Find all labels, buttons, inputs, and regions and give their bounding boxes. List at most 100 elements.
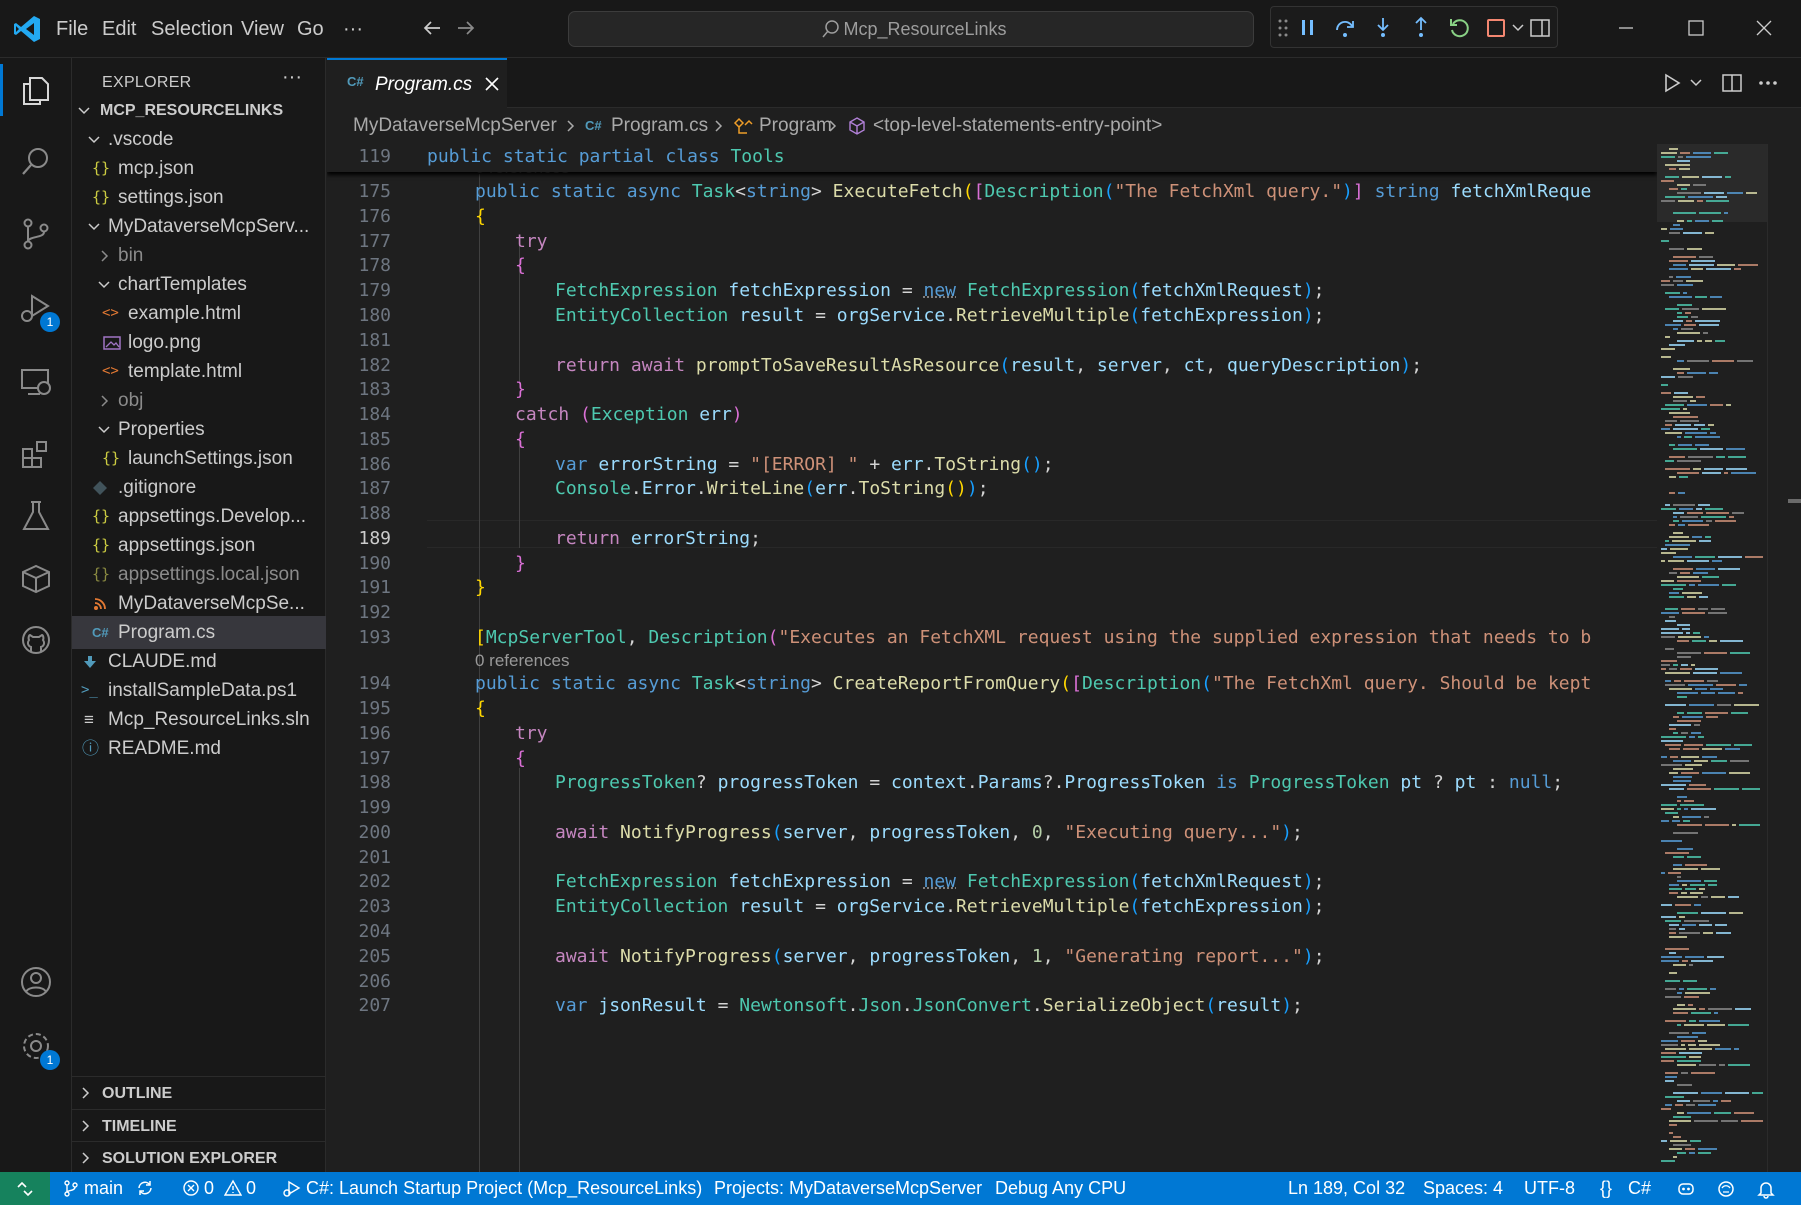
code-line: Console.Error.WriteLine(err.ToString()); <box>555 478 989 499</box>
minimap-line <box>1712 220 1723 222</box>
chevron-down-icon[interactable] <box>1689 76 1703 90</box>
chevron-down-icon[interactable] <box>1511 21 1525 35</box>
status-bar: main 0 0 C#: Launch Startup Project (Mcp… <box>0 1172 1801 1205</box>
sync-icon[interactable] <box>136 1179 154 1197</box>
extensions-icon[interactable] <box>10 428 62 480</box>
containers-icon[interactable] <box>10 552 62 604</box>
minimap-line <box>1706 268 1731 270</box>
breadcrumb-folder[interactable]: MyDataverseMcpServer <box>353 108 557 144</box>
cursor-position[interactable]: Ln 189, Col 32 <box>1288 1172 1405 1205</box>
projects-status[interactable]: Projects: MyDataverseMcpServer <box>714 1172 982 1205</box>
section-solution-explorer[interactable]: SOLUTION EXPLORER <box>72 1141 326 1174</box>
minimap-line <box>1691 732 1701 734</box>
minimap-line <box>1678 376 1693 378</box>
menu-more[interactable]: ··· <box>343 0 363 58</box>
explorer-icon[interactable] <box>10 64 62 116</box>
branch-label: main <box>84 1178 124 1198</box>
minimap-line <box>1696 396 1705 398</box>
breadcrumb-file[interactable]: Program.cs <box>611 108 708 144</box>
section-timeline[interactable]: TIMELINE <box>72 1109 326 1142</box>
step-over-icon[interactable] <box>1333 16 1357 40</box>
minimap-line <box>1669 928 1676 930</box>
code-line: FetchExpression fetchExpression = new Fe… <box>555 871 1325 892</box>
github-icon[interactable] <box>10 614 62 666</box>
minimap-line <box>1699 324 1719 326</box>
pause-icon[interactable] <box>1297 17 1319 39</box>
command-center-search[interactable]: Mcp_ResourceLinks <box>568 11 1254 47</box>
minimap-line <box>1682 612 1705 614</box>
step-into-icon[interactable] <box>1371 16 1395 40</box>
sticky-scroll[interactable]: 119 public static partial class Tools <box>327 144 1657 172</box>
back-arrow-icon[interactable] <box>420 16 444 40</box>
minimap-line <box>1668 560 1684 562</box>
code-editor[interactable]: 119 public static partial class Tools 0 … <box>327 144 1657 1172</box>
minimap-line <box>1684 800 1694 802</box>
language-status[interactable]: C# <box>1628 1172 1651 1205</box>
minimap-line <box>1689 704 1714 706</box>
warning-icon <box>224 1179 242 1197</box>
account-icon[interactable] <box>10 956 62 1008</box>
maximize-icon[interactable] <box>1686 18 1706 38</box>
layout-icon[interactable] <box>1529 17 1551 39</box>
minimap-line <box>1704 816 1709 818</box>
minimap-line <box>1714 1112 1731 1114</box>
vertical-scrollbar[interactable] <box>1767 144 1801 1172</box>
remote-explorer-icon[interactable] <box>10 356 62 408</box>
minimap-line <box>1702 756 1717 758</box>
minimize-icon[interactable] <box>1616 18 1636 38</box>
more-actions-icon[interactable] <box>1757 72 1779 94</box>
feedback-icon[interactable] <box>1716 1179 1736 1199</box>
minimap[interactable] <box>1657 144 1767 1172</box>
tab-program-cs[interactable]: C# Program.cs <box>327 58 507 108</box>
settings-gear-icon[interactable]: 1 <box>10 1020 62 1072</box>
run-debug-icon[interactable]: 1 <box>10 282 62 334</box>
section-outline[interactable]: OUTLINE <box>72 1076 326 1109</box>
forward-arrow-icon[interactable] <box>454 16 478 40</box>
config-status[interactable]: Debug Any CPU <box>995 1172 1126 1205</box>
drag-handle-icon[interactable] <box>1277 18 1289 38</box>
minimap-line <box>1684 680 1704 682</box>
minimap-line <box>1727 192 1743 194</box>
minimap-line <box>1729 912 1743 914</box>
minimap-line <box>1679 168 1690 170</box>
tree-file-readme[interactable]: ⓘ README.md <box>72 732 326 765</box>
restart-icon[interactable] <box>1447 16 1471 40</box>
explorer-more-button[interactable]: ··· <box>282 66 302 89</box>
indentation-status[interactable]: Spaces: 4 <box>1423 1172 1503 1205</box>
remote-indicator-icon[interactable] <box>0 1172 50 1205</box>
search-icon[interactable] <box>10 136 62 188</box>
menu-view[interactable]: View <box>241 0 284 58</box>
run-icon[interactable] <box>1661 72 1683 94</box>
source-control-icon[interactable] <box>10 208 62 260</box>
code-line: } <box>515 379 526 400</box>
breadcrumb-entry-point[interactable]: <top-level-statements-entry-point> <box>873 108 1162 144</box>
minimap-line <box>1669 972 1677 974</box>
minimap-line <box>1701 912 1726 914</box>
minimap-line <box>1661 408 1680 410</box>
stop-icon[interactable] <box>1485 17 1507 39</box>
copilot-icon[interactable] <box>1676 1179 1696 1199</box>
close-icon[interactable] <box>483 75 501 93</box>
minimap-line <box>1699 1008 1705 1010</box>
encoding-status[interactable]: UTF-8 <box>1524 1172 1575 1205</box>
menu-edit[interactable]: Edit <box>102 0 136 58</box>
minimap-line <box>1683 292 1687 294</box>
minimap-line <box>1677 220 1684 222</box>
minimap-line <box>1737 360 1753 362</box>
notifications-bell-icon[interactable] <box>1756 1179 1776 1199</box>
menu-selection[interactable]: Selection <box>151 0 233 58</box>
split-editor-icon[interactable] <box>1721 72 1743 94</box>
minimap-line <box>1706 744 1731 746</box>
minimap-line <box>1697 340 1702 342</box>
menu-file[interactable]: File <box>56 0 88 58</box>
testing-icon[interactable] <box>10 490 62 542</box>
close-window-icon[interactable] <box>1754 18 1774 38</box>
breadcrumb-class[interactable]: Program <box>759 108 832 144</box>
step-out-icon[interactable] <box>1409 16 1433 40</box>
language-braces-icon[interactable]: {} <box>1600 1172 1612 1205</box>
minimap-line <box>1679 928 1685 930</box>
minimap-line <box>1692 1032 1706 1034</box>
codelens-references[interactable]: 0 references <box>475 651 570 671</box>
minimap-line <box>1669 728 1676 730</box>
menu-go[interactable]: Go <box>297 0 324 58</box>
